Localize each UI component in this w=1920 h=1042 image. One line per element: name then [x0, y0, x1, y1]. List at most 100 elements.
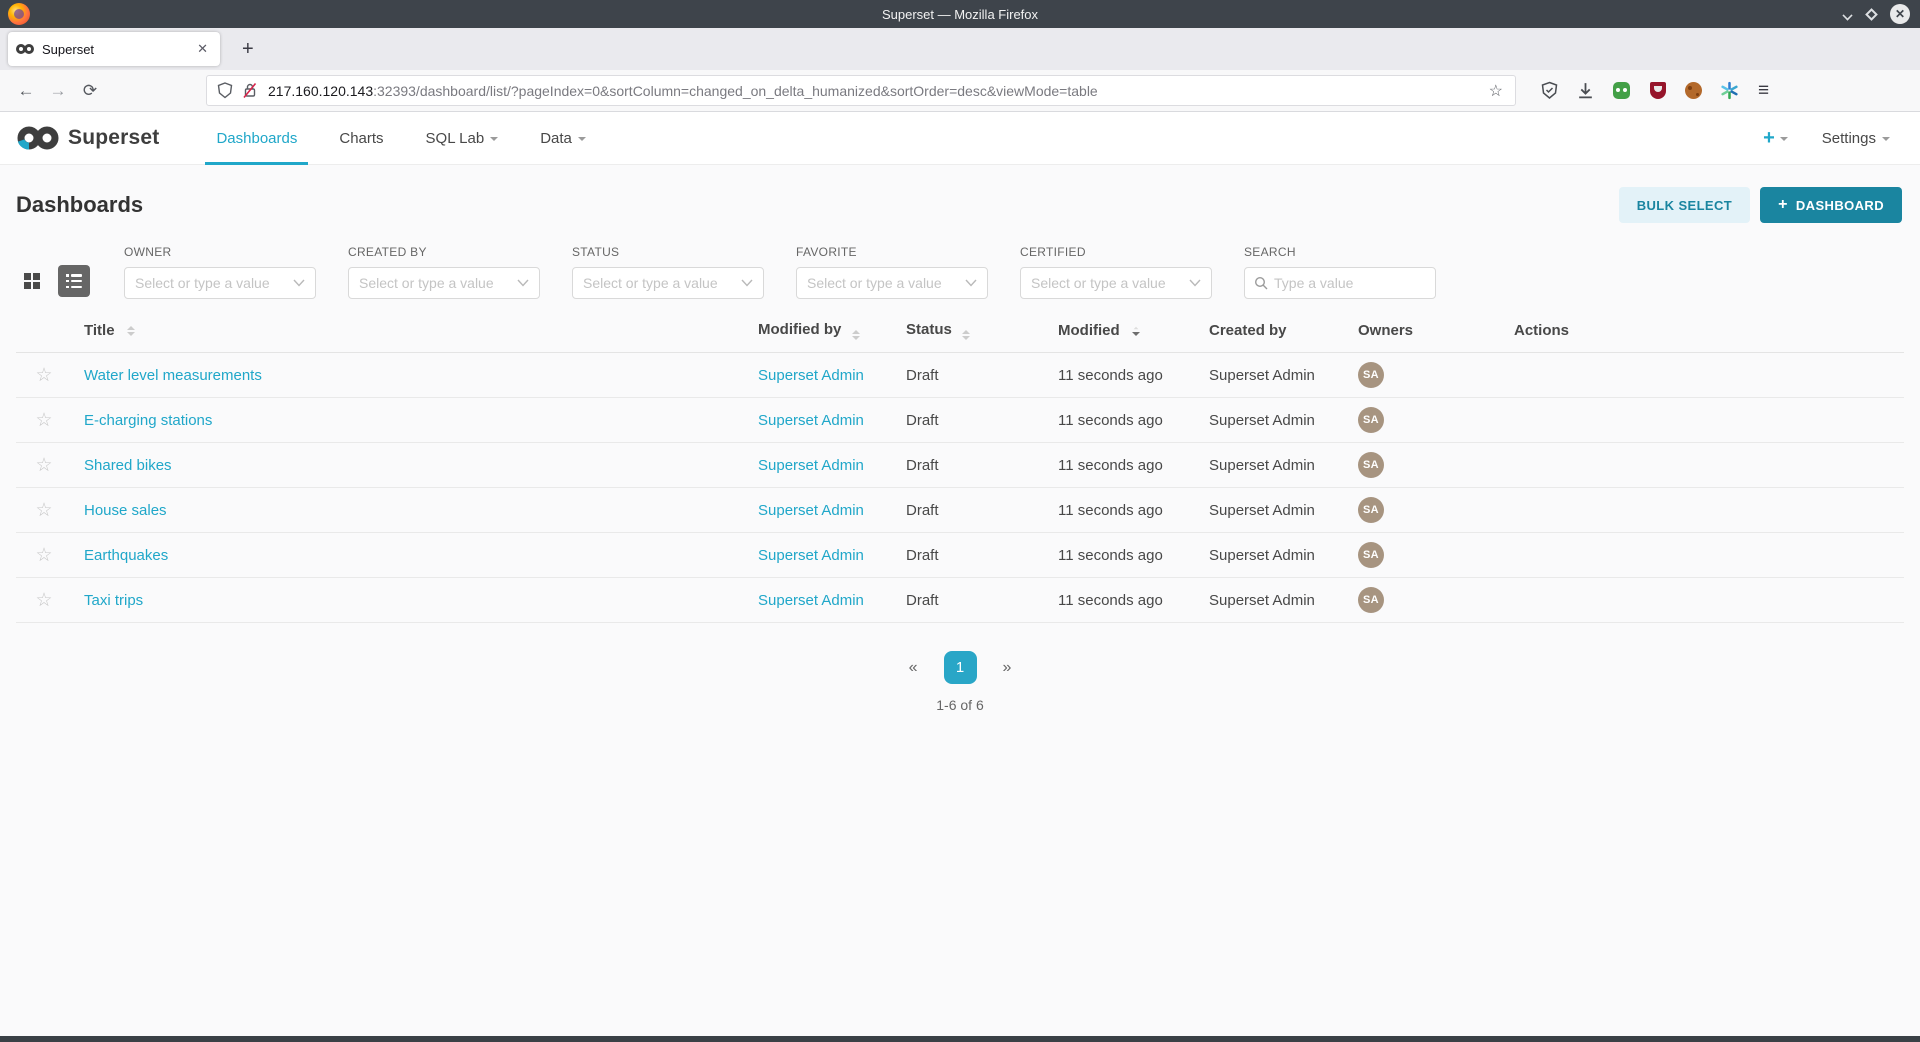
page-1-button[interactable]: 1: [944, 651, 977, 684]
window-minimize-icon[interactable]: [1843, 11, 1853, 17]
search-box: [1244, 267, 1436, 299]
settings-menu[interactable]: Settings: [1822, 130, 1890, 147]
extension-mask-icon[interactable]: [1612, 81, 1631, 100]
bulk-select-button[interactable]: BULK SELECT: [1619, 187, 1750, 223]
dashboard-link[interactable]: House sales: [84, 502, 167, 519]
sort-icon: [962, 330, 970, 340]
nav-item-sql-lab[interactable]: SQL Lab: [405, 112, 520, 164]
table-row: ☆ E-charging stations Superset Admin Dra…: [16, 398, 1904, 443]
sort-icon: [127, 326, 135, 336]
dashboard-link[interactable]: Shared bikes: [84, 457, 172, 474]
new-dashboard-button[interactable]: + DASHBOARD: [1760, 187, 1902, 223]
dashboard-link[interactable]: E-charging stations: [84, 412, 212, 429]
owner-avatar[interactable]: SA: [1358, 542, 1384, 568]
favorite-star-icon[interactable]: ☆: [35, 456, 52, 475]
column-title[interactable]: Title: [72, 322, 758, 339]
tab-bar: Superset ✕ +: [0, 28, 1920, 70]
owner-avatar[interactable]: SA: [1358, 452, 1384, 478]
list-view-toggle[interactable]: [58, 265, 90, 297]
created-by-select[interactable]: Select or type a value: [348, 267, 540, 299]
modified-cell: 11 seconds ago: [1058, 457, 1209, 474]
dashboards-table: Title Modified by Status Modified Create…: [0, 309, 1920, 623]
extension-pinwheel-icon[interactable]: [1720, 81, 1739, 100]
forward-icon[interactable]: →: [42, 76, 74, 106]
search-input[interactable]: [1274, 275, 1426, 291]
firefox-icon: [8, 3, 30, 25]
window-title: Superset — Mozilla Firefox: [0, 7, 1920, 22]
tab-close-icon[interactable]: ✕: [193, 39, 212, 59]
modified-by-link[interactable]: Superset Admin: [758, 367, 864, 384]
tracking-protection-shield-icon[interactable]: [217, 82, 233, 99]
modified-by-link[interactable]: Superset Admin: [758, 592, 864, 609]
superset-brand[interactable]: Superset: [16, 124, 159, 152]
dashboard-link[interactable]: Earthquakes: [84, 547, 168, 564]
status-cell: Draft: [906, 547, 1058, 564]
menu-hamburger-icon[interactable]: ≡: [1758, 80, 1769, 102]
grid-icon: [24, 273, 40, 289]
browser-tab-superset[interactable]: Superset ✕: [8, 32, 220, 66]
new-item-menu[interactable]: +: [1763, 128, 1788, 148]
modified-by-link[interactable]: Superset Admin: [758, 457, 864, 474]
search-icon: [1254, 276, 1268, 290]
filter-bar: OWNER Select or type a value CREATED BY …: [0, 239, 1920, 309]
status-select[interactable]: Select or type a value: [572, 267, 764, 299]
new-tab-button[interactable]: +: [234, 36, 262, 63]
status-cell: Draft: [906, 502, 1058, 519]
bookmark-star-icon[interactable]: ☆: [1487, 81, 1505, 101]
insecure-lock-icon[interactable]: [242, 82, 258, 99]
column-modified[interactable]: Modified: [1058, 322, 1209, 339]
owner-avatar[interactable]: SA: [1358, 587, 1384, 613]
chevron-down-icon: [741, 279, 753, 287]
dashboard-link[interactable]: Water level measurements: [84, 367, 262, 384]
status-cell: Draft: [906, 412, 1058, 429]
column-owners: Owners: [1358, 322, 1514, 339]
created-by-cell: Superset Admin: [1209, 457, 1358, 474]
superset-logo-icon: [16, 124, 60, 152]
pagination: « 1 »: [0, 651, 1920, 684]
owner-avatar[interactable]: SA: [1358, 497, 1384, 523]
prev-page-icon[interactable]: «: [903, 655, 924, 681]
url-host: 217.160.120.143: [268, 83, 373, 99]
tab-title: Superset: [42, 42, 193, 57]
certified-select[interactable]: Select or type a value: [1020, 267, 1212, 299]
chevron-down-icon: [517, 279, 529, 287]
extension-ublock-icon[interactable]: [1648, 81, 1667, 100]
favorite-star-icon[interactable]: ☆: [35, 546, 52, 565]
column-modified-by[interactable]: Modified by: [758, 321, 906, 340]
permissions-shield-icon[interactable]: [1540, 81, 1559, 100]
dashboard-link[interactable]: Taxi trips: [84, 592, 143, 609]
next-page-icon[interactable]: »: [997, 655, 1018, 681]
favorite-star-icon[interactable]: ☆: [35, 591, 52, 610]
window-maximize-icon[interactable]: [1865, 8, 1878, 21]
back-icon[interactable]: ←: [10, 76, 42, 106]
favorite-star-icon[interactable]: ☆: [35, 501, 52, 520]
owner-avatar[interactable]: SA: [1358, 362, 1384, 388]
brand-name: Superset: [68, 126, 159, 150]
url-bar[interactable]: 217.160.120.143:32393/dashboard/list/?pa…: [206, 75, 1516, 106]
created-by-cell: Superset Admin: [1209, 367, 1358, 384]
download-icon[interactable]: [1576, 81, 1595, 100]
created-by-cell: Superset Admin: [1209, 412, 1358, 429]
created-by-cell: Superset Admin: [1209, 592, 1358, 609]
modified-by-link[interactable]: Superset Admin: [758, 412, 864, 429]
modified-cell: 11 seconds ago: [1058, 367, 1209, 384]
favorite-select[interactable]: Select or type a value: [796, 267, 988, 299]
extension-cookie-icon[interactable]: [1684, 81, 1703, 100]
column-status[interactable]: Status: [906, 321, 1058, 340]
nav-item-data[interactable]: Data: [519, 112, 607, 164]
favorite-star-icon[interactable]: ☆: [35, 366, 52, 385]
caret-down-icon: [578, 137, 586, 141]
nav-item-dashboards[interactable]: Dashboards: [195, 112, 318, 164]
reload-icon[interactable]: ⟳: [74, 76, 106, 106]
nav-item-charts[interactable]: Charts: [318, 112, 404, 164]
window-close-icon[interactable]: ✕: [1890, 4, 1910, 24]
owner-avatar[interactable]: SA: [1358, 407, 1384, 433]
modified-by-link[interactable]: Superset Admin: [758, 547, 864, 564]
owner-select[interactable]: Select or type a value: [124, 267, 316, 299]
favorite-star-icon[interactable]: ☆: [35, 411, 52, 430]
superset-favicon-icon: [16, 43, 34, 55]
table-row: ☆ House sales Superset Admin Draft 11 se…: [16, 488, 1904, 533]
filter-search: SEARCH: [1244, 245, 1436, 299]
card-view-toggle[interactable]: [16, 265, 48, 297]
modified-by-link[interactable]: Superset Admin: [758, 502, 864, 519]
